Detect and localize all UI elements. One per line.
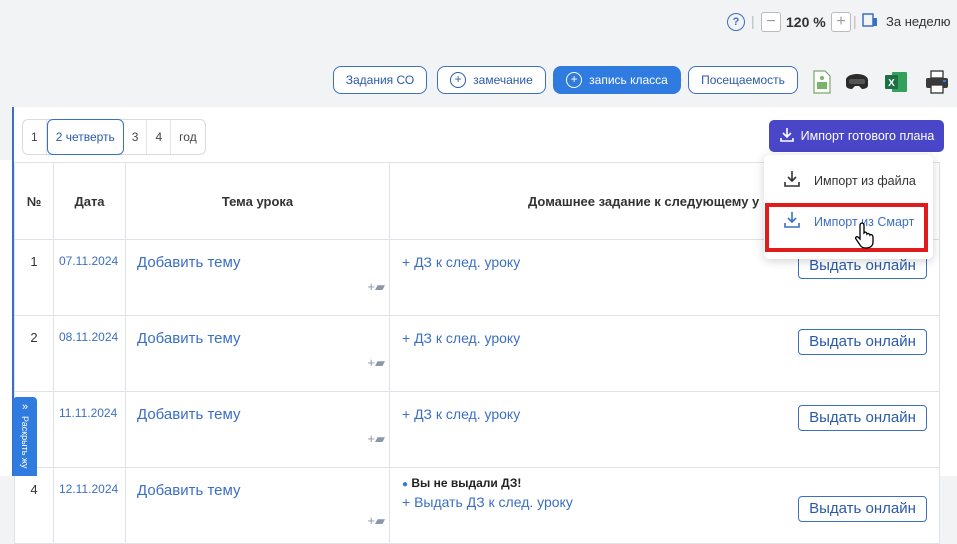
homework-cell: + ДЗ к след. уроку Выдать онлайн xyxy=(389,315,940,392)
topic-cell: Добавить тему +▰ xyxy=(125,315,390,392)
column-header-date: Дата xyxy=(53,162,126,240)
chevrons-icon: » xyxy=(21,401,29,413)
plus-icon: + xyxy=(450,72,467,88)
remark-button[interactable]: + замечание xyxy=(437,66,546,94)
add-video-icon[interactable]: +▰ xyxy=(367,431,385,447)
row-number: 1 xyxy=(14,239,54,316)
give-online-button[interactable]: Выдать онлайн xyxy=(798,405,927,431)
quarter-selector: 1 2 четверть 3 4 год xyxy=(22,119,206,155)
class-record-button[interactable]: + запись класса xyxy=(553,66,681,94)
divider: | xyxy=(751,13,755,29)
status-dot-icon: ● xyxy=(402,479,409,490)
printer-icon[interactable] xyxy=(924,69,950,100)
add-video-icon[interactable]: +▰ xyxy=(367,513,385,529)
help-icon[interactable]: ? xyxy=(727,13,745,31)
zoom-in-button[interactable]: + xyxy=(831,12,851,32)
quarter-tab-2[interactable]: 2 четверть xyxy=(46,119,124,155)
vr-headset-icon[interactable] xyxy=(843,71,871,98)
add-topic-link[interactable]: Добавить тему xyxy=(127,241,388,271)
topic-cell: Добавить тему +▰ xyxy=(125,239,390,316)
zoom-level: 120 % xyxy=(786,14,826,30)
import-from-file-item[interactable]: Импорт из файла xyxy=(764,166,933,196)
excel-icon[interactable]: X xyxy=(884,70,908,99)
row-date[interactable]: 12.11.2024 xyxy=(53,467,126,544)
column-header-num: № xyxy=(14,162,54,240)
row-date[interactable]: 08.11.2024 xyxy=(53,315,126,392)
highlight-frame xyxy=(765,203,928,252)
quarter-tab-1[interactable]: 1 xyxy=(23,120,47,154)
table-row: 4 12.11.2024 Добавить тему +▰ ● Вы не выд… xyxy=(14,467,940,544)
download-icon xyxy=(780,170,804,193)
topic-cell: Добавить тему +▰ xyxy=(125,467,390,544)
svg-text:X: X xyxy=(888,78,895,89)
homework-warning: ● Вы не выдали ДЗ! xyxy=(402,476,522,490)
add-topic-link[interactable]: Добавить тему xyxy=(127,469,388,499)
add-topic-link[interactable]: Добавить тему xyxy=(127,317,388,347)
add-topic-link[interactable]: Добавить тему xyxy=(127,393,388,423)
give-online-button[interactable]: Выдать онлайн xyxy=(798,496,927,522)
homework-cell: + ДЗ к след. уроку Выдать онлайн xyxy=(389,391,940,468)
topic-cell: Добавить тему +▰ xyxy=(125,391,390,468)
table-row: 3 11.11.2024 Добавить тему+▰ + ДЗ к след… xyxy=(14,391,940,468)
attendance-button[interactable]: Посещаемость xyxy=(688,66,798,94)
add-video-icon[interactable]: +▰ xyxy=(367,279,385,295)
quarter-tab-year[interactable]: год xyxy=(171,120,205,154)
plus-icon: + xyxy=(566,72,583,88)
row-date[interactable]: 11.11.2024 xyxy=(53,391,126,468)
calendar-week-icon[interactable] xyxy=(862,12,878,28)
homework-cell: ● Вы не выдали ДЗ! + Выдать ДЗ к след. у… xyxy=(389,467,940,544)
row-number: 2 xyxy=(14,315,54,392)
week-view-label[interactable]: За неделю xyxy=(886,14,951,29)
give-online-button[interactable]: Выдать онлайн xyxy=(798,329,927,355)
tasks-co-button[interactable]: Задания СО xyxy=(333,66,427,94)
document-icon[interactable] xyxy=(812,70,832,99)
zoom-out-button[interactable]: − xyxy=(761,12,781,32)
hand-cursor-icon xyxy=(854,221,877,254)
quarter-tab-4[interactable]: 4 xyxy=(147,120,172,154)
download-icon xyxy=(779,127,795,146)
row-date[interactable]: 07.11.2024 xyxy=(53,239,126,316)
column-header-topic: Тема урока xyxy=(125,162,390,240)
add-video-icon[interactable]: +▰ xyxy=(367,355,385,371)
table-row: 2 08.11.2024 Добавить тему +▰ + ДЗ к след… xyxy=(14,315,940,392)
divider: | xyxy=(853,13,857,29)
row-number: 4 xyxy=(14,467,54,544)
expand-journal-tab[interactable]: » Раскрыть жу xyxy=(13,397,37,476)
import-plan-button[interactable]: Импорт готового плана xyxy=(769,120,944,152)
quarter-tab-3[interactable]: 3 xyxy=(124,120,148,154)
